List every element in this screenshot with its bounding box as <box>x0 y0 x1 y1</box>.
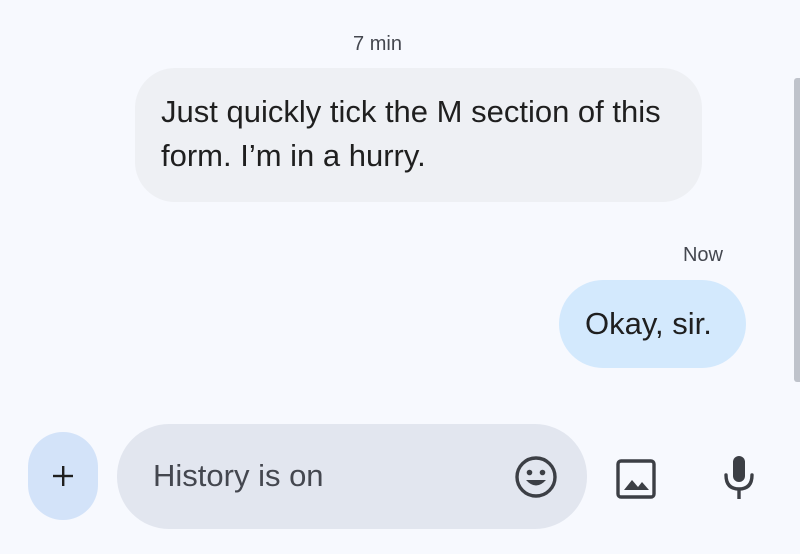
compose-field[interactable] <box>117 424 587 529</box>
add-attachment-button[interactable] <box>28 432 98 520</box>
image-icon <box>616 459 656 499</box>
message-timestamp: Now <box>682 244 723 266</box>
scrollbar[interactable] <box>794 78 800 382</box>
message-input[interactable] <box>153 452 493 500</box>
plus-icon <box>53 466 73 486</box>
message-text: Just quickly tick the M section of this … <box>161 94 661 173</box>
emoji-button[interactable] <box>513 454 559 500</box>
emoji-icon <box>515 456 557 498</box>
message-timestamp: 7 min <box>353 33 402 55</box>
messages-screen: 7 min Just quickly tick the M section of… <box>0 0 800 554</box>
gallery-button[interactable] <box>613 456 659 502</box>
message-text: Okay, sir. <box>585 306 712 341</box>
incoming-message-bubble[interactable]: Just quickly tick the M section of this … <box>135 68 702 202</box>
outgoing-message-bubble[interactable]: Okay, sir. <box>559 280 746 368</box>
voice-input-button[interactable] <box>718 452 760 504</box>
mic-icon <box>724 456 754 499</box>
